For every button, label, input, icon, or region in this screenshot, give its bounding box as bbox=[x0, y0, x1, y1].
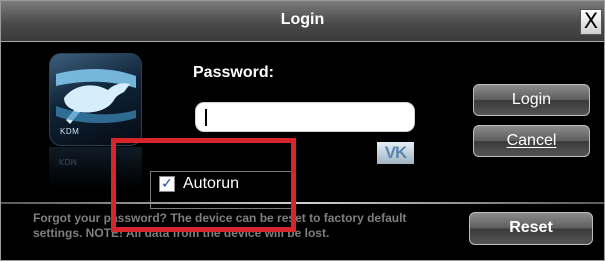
cancel-label: Cancel bbox=[506, 132, 557, 149]
reflection-label: KDM bbox=[59, 157, 77, 166]
login-dialog: Login X KDM KDM Password: VK Login Cance… bbox=[0, 0, 605, 261]
cancel-button[interactable]: Cancel bbox=[473, 125, 590, 157]
red-highlight-box bbox=[111, 138, 296, 232]
logo-label: KDM bbox=[60, 127, 80, 136]
password-input[interactable] bbox=[195, 102, 415, 132]
text-caret bbox=[205, 109, 207, 126]
close-button[interactable]: X bbox=[580, 9, 602, 35]
password-label: Password: bbox=[193, 64, 274, 81]
kangaroo-logo-icon: KDM bbox=[49, 53, 142, 146]
title-bar: Login X bbox=[1, 1, 604, 42]
virtual-keyboard-button[interactable]: VK bbox=[377, 142, 414, 164]
reset-button[interactable]: Reset bbox=[469, 212, 593, 245]
footer-separator bbox=[1, 202, 604, 204]
login-button[interactable]: Login bbox=[473, 84, 590, 116]
window-title: Login bbox=[280, 11, 325, 28]
